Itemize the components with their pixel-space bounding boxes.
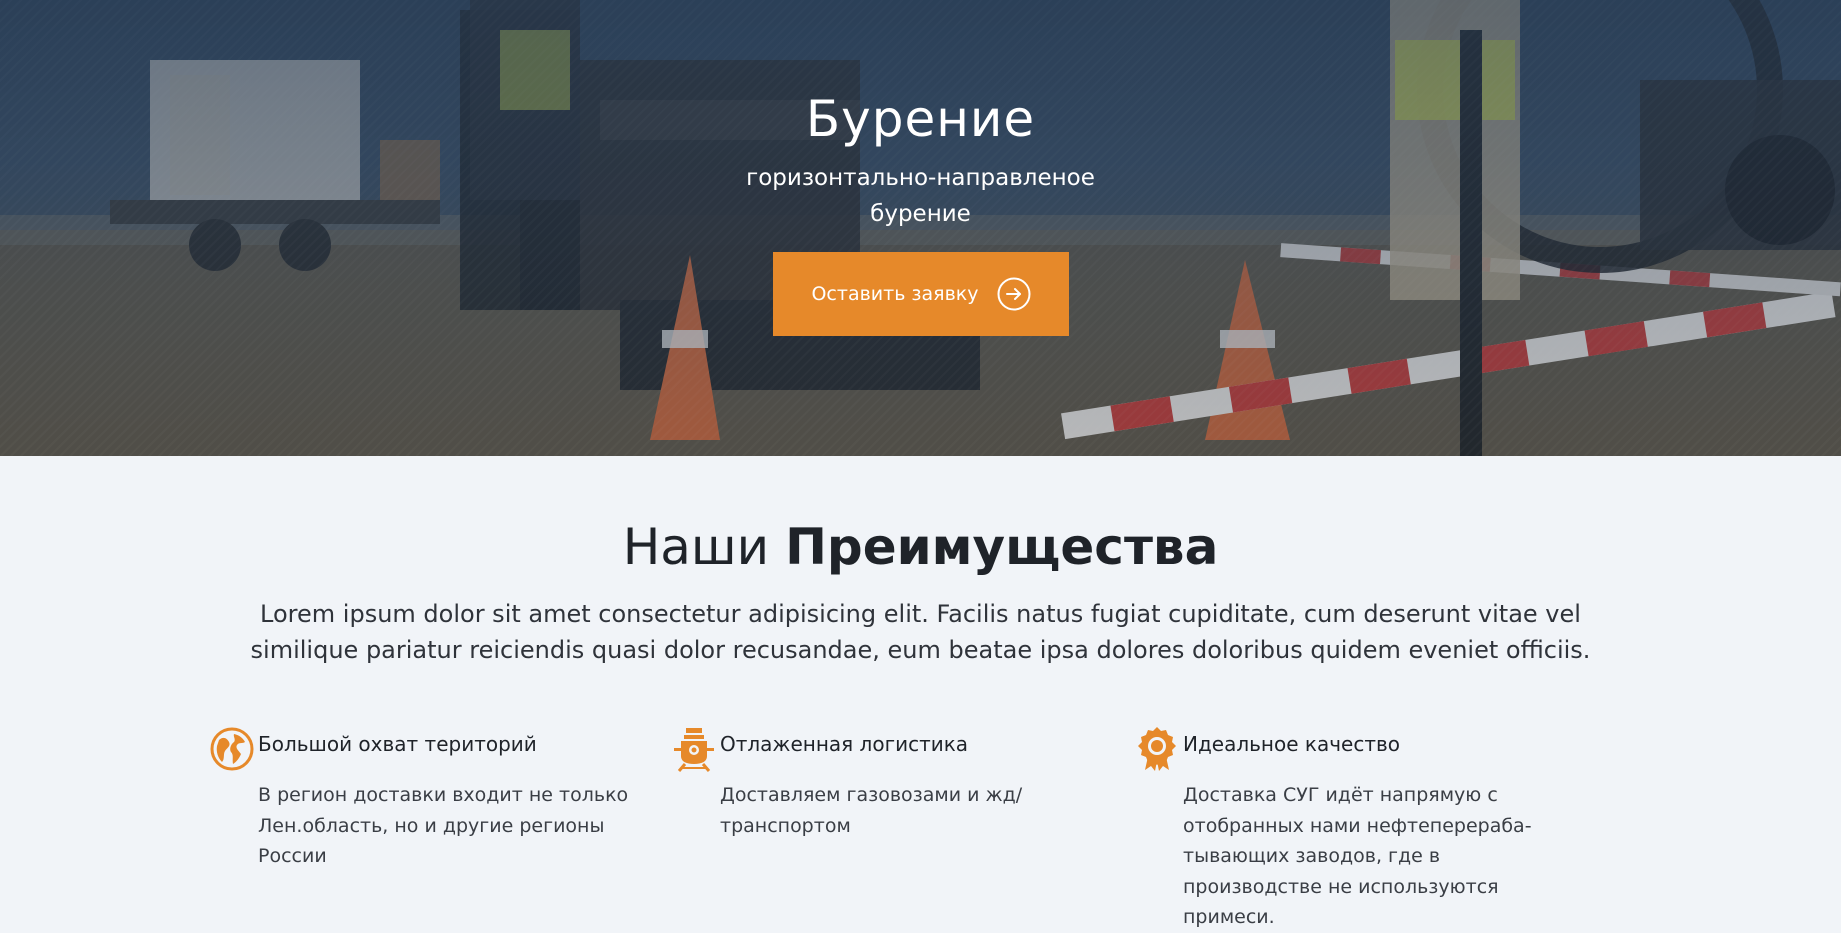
award-medal-icon [1138,727,1176,771]
advantages-title-bold: Преимущества [785,518,1219,576]
feature-description: В регион доставки входит не только Лен.о… [258,784,629,867]
feature-title: Отлаженная логистика [720,732,969,756]
feature-title: Идеальное качество [1183,732,1401,756]
leave-request-button[interactable]: Оставить заявку [773,252,1069,336]
arrow-right-circle-icon [997,277,1031,311]
feature-description: Доставляем газовозами и жд/транспортом [720,784,1023,837]
globe-icon [210,727,254,771]
advantages-title: Наши Преимущества [0,516,1841,578]
hero-title: Бурение [805,90,1036,148]
feature-title: Большой охват територий [258,732,537,756]
leave-request-label: Оставить заявку [811,283,979,305]
feature-description: Доставка СУГ идёт напрямую с отобранных … [1183,784,1532,928]
hero-banner: Бурение горизонтально-направленое бурени… [0,0,1841,456]
hero-subtitle: горизонтально-направленое бурение [746,165,1095,227]
advantages-title-light: Наши [622,518,770,576]
advantages-lead-text: Lorem ipsum dolor sit amet consectetur a… [250,600,1591,664]
train-icon [674,728,714,772]
